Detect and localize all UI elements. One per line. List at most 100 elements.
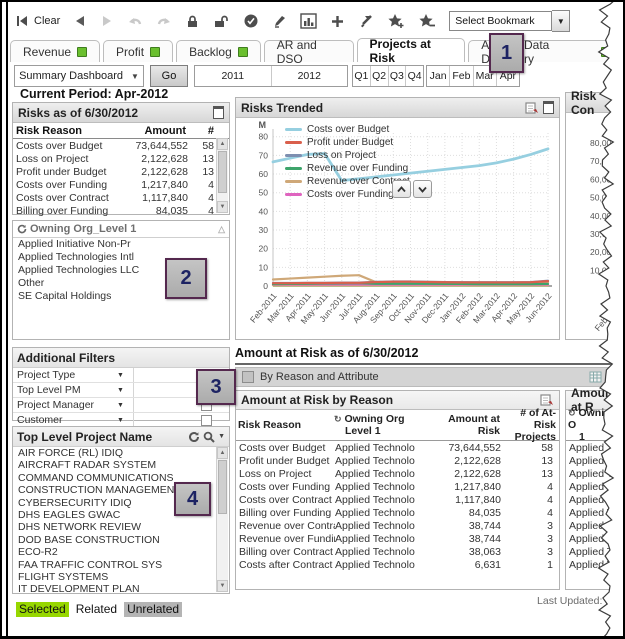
tab-projects-at-risk[interactable]: Projects at Risk [357, 38, 466, 62]
quarter-button[interactable]: Q2 [370, 66, 388, 86]
table-row[interactable]: Costs over ContractApplied Technolo1,117… [236, 493, 559, 506]
table-row[interactable]: Costs after Contract EApplied Technolo6,… [236, 558, 559, 571]
chevron-down-icon[interactable]: ▼ [117, 402, 131, 409]
table-row[interactable]: Billing over ContractApplied Technolo38,… [236, 545, 559, 558]
redo-button[interactable] [156, 14, 172, 28]
list-item[interactable]: AIRCRAFT RADAR SYSTEM [13, 459, 217, 471]
chevron-down-icon[interactable]: ▼ [117, 387, 131, 394]
table-row[interactable]: Revenue over ContraApplied Technolo38,74… [236, 519, 559, 532]
edit-button[interactable] [272, 14, 287, 29]
toggle-label[interactable]: By Reason and Attribute [260, 371, 379, 383]
export-icon[interactable] [525, 102, 539, 114]
clear-button[interactable]: Clear [14, 13, 60, 29]
forward-button[interactable] [100, 14, 114, 28]
chevron-down-icon[interactable]: ▼ [117, 372, 131, 379]
checkbox[interactable] [201, 415, 212, 426]
table-row[interactable]: Costs over Budget73,644,55258 [13, 139, 217, 152]
list-item[interactable]: FLIGHT SYSTEMS [13, 571, 217, 583]
tab-ar-and-dso[interactable]: AR and DSO [264, 40, 354, 62]
filter-select[interactable]: Project Type [13, 369, 117, 381]
export-icon[interactable] [540, 394, 554, 406]
tool-button[interactable] [358, 14, 374, 29]
table-row[interactable]: Costs over Contract1,117,8404 [13, 191, 217, 204]
year-button[interactable]: 2012 [271, 66, 348, 86]
tab-revenue[interactable]: Revenue [10, 40, 100, 62]
tab-profit[interactable]: Profit [103, 40, 173, 62]
list-item[interactable]: ECO-R2 [13, 546, 217, 558]
chart-button[interactable] [300, 13, 317, 29]
report-selector[interactable]: Summary Dashboard ▼ [14, 65, 144, 87]
chevron-down-icon[interactable]: ▼ [218, 433, 225, 440]
sort-icon[interactable]: △ [218, 224, 225, 235]
table-row[interactable]: Billing over FundingApplied Technolo84,0… [236, 506, 559, 519]
search-icon[interactable] [203, 431, 215, 443]
quarter-button[interactable]: Q4 [405, 66, 423, 86]
table-row[interactable]: Costs over FundingApplied Technolo1,217,… [236, 480, 559, 493]
table-row[interactable]: Revenue over FundinApplied Technolo38,74… [236, 532, 559, 545]
restore-icon[interactable] [213, 106, 224, 119]
quarter-button[interactable]: Q1 [353, 66, 370, 86]
table-row[interactable]: Costs over BudgetApplied Technolo73,644,… [236, 441, 559, 454]
list-item[interactable]: Applied Initiative Non-Pr [13, 238, 229, 251]
refresh-icon[interactable]: ↻ [568, 408, 576, 418]
scroll-up-icon[interactable]: ▲ [217, 447, 228, 459]
refresh-icon[interactable] [17, 224, 27, 234]
legend-item[interactable]: Costs over Budget [285, 123, 410, 136]
col-risk-reason[interactable]: Risk Reason [16, 125, 120, 137]
list-item[interactable]: AIR FORCE (RL) IDIQ [13, 447, 217, 459]
scroll-thumb[interactable] [218, 460, 227, 514]
legend-item[interactable]: Profit under Budget [285, 136, 410, 149]
table-row[interactable]: Profit under BudgetApplied Technolo2,122… [236, 454, 559, 467]
table-row[interactable]: Billing over Funding84,0354 [13, 204, 217, 217]
back-button[interactable] [73, 14, 87, 28]
col-amount[interactable]: Amount [120, 125, 186, 137]
apply-button[interactable] [243, 13, 259, 29]
list-item[interactable]: IT DEVELOPMENT PLAN [13, 583, 217, 595]
refresh-icon[interactable]: ↻ [334, 414, 342, 424]
legend-item[interactable]: Loss on Project [285, 149, 410, 162]
col-amount-at-risk[interactable]: Amount at Risk [428, 413, 500, 437]
scroll-down-icon[interactable]: ▼ [217, 580, 228, 592]
refresh-icon[interactable] [188, 431, 200, 443]
legend-item[interactable]: Revenue over Funding [285, 162, 410, 175]
list-item[interactable]: FAA TRAFFIC CONTROL SYS [13, 559, 217, 571]
scroll-up-icon[interactable]: ▲ [217, 138, 228, 150]
list-item[interactable]: DHS NETWORK REVIEW [13, 521, 217, 533]
month-button[interactable]: Feb [449, 66, 472, 86]
chevron-down-icon[interactable]: ▼ [552, 10, 570, 32]
scroll-down-icon[interactable]: ▼ [217, 201, 228, 213]
table-row[interactable]: Loss on Project2,122,62813 [13, 152, 217, 165]
risks-scrollbar[interactable]: ▲ ▼ [216, 138, 228, 213]
checkbox[interactable] [242, 371, 254, 383]
lock-button[interactable] [185, 14, 200, 29]
chevron-down-icon[interactable]: ▼ [117, 417, 131, 424]
add-button[interactable] [330, 14, 345, 29]
table-row[interactable]: Costs over Funding1,217,8404 [13, 178, 217, 191]
scroll-thumb[interactable] [218, 151, 227, 193]
quarter-button[interactable]: Q3 [388, 66, 406, 86]
year-button[interactable]: 2011 [195, 66, 271, 86]
table-row[interactable]: Loss on ProjectApplied Technolo2,122,628… [236, 467, 559, 480]
month-button[interactable]: Jan [427, 66, 449, 86]
filter-select[interactable]: Project Manager [13, 399, 117, 411]
filter-select[interactable]: Top Level PM [13, 384, 117, 396]
table-row[interactable]: Profit under Budget2,122,62813 [13, 165, 217, 178]
col-count[interactable]: # [186, 125, 214, 137]
go-button[interactable]: Go [150, 65, 188, 87]
restore-icon[interactable] [543, 101, 554, 114]
scroll-up-button[interactable] [392, 180, 411, 198]
bookmark-select[interactable]: Select Bookmark ▼ [449, 10, 570, 32]
bookmark-select-value[interactable]: Select Bookmark [449, 11, 552, 31]
filter-select[interactable]: Customer [13, 414, 117, 426]
list-item[interactable]: DOD BASE CONSTRUCTION [13, 534, 217, 546]
scroll-down-button[interactable] [413, 180, 432, 198]
tab-backlog[interactable]: Backlog [176, 40, 261, 62]
col-owning-org[interactable]: ↻ Owning Org Level 1 [334, 413, 428, 437]
remove-bookmark-button[interactable] [418, 13, 436, 29]
col-at-risk-projects[interactable]: # of At-Risk Projects [500, 407, 556, 443]
add-bookmark-button[interactable] [387, 13, 405, 29]
unlock-button[interactable] [213, 14, 230, 29]
col-risk-reason[interactable]: Risk Reason [238, 419, 334, 431]
project-scrollbar[interactable]: ▲ ▼ [216, 447, 228, 592]
undo-button[interactable] [127, 14, 143, 28]
